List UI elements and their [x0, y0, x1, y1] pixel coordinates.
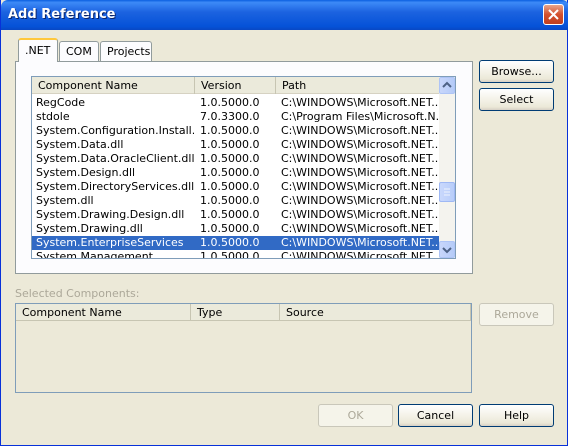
table-row[interactable]: System.EnterpriseServices 1.0.5000.0 C:\WI… — [32, 236, 442, 250]
cell-version: 1.0.5000.0 — [200, 138, 260, 151]
cancel-button[interactable]: Cancel — [398, 404, 473, 427]
cell-path: C:\WINDOWS\Microsoft.NET... — [281, 208, 441, 221]
cell-version: 1.0.5000.0 — [200, 208, 260, 221]
cell-name: System.Drawing.Design.dll — [36, 208, 185, 221]
table-row[interactable]: System.DirectoryServices.dll 1.0.5000.0 C:… — [32, 180, 442, 194]
cancel-button-label: Cancel — [416, 409, 455, 422]
cell-path: C:\WINDOWS\Microsoft.NET... — [281, 250, 441, 259]
scroll-down-button[interactable] — [439, 241, 455, 258]
ok-button[interactable]: OK — [318, 404, 393, 427]
arrow-up-icon — [442, 81, 452, 88]
cell-version: 1.0.5000.0 — [200, 96, 260, 109]
tab-dotnet[interactable]: .NET — [18, 38, 58, 62]
scroll-thumb[interactable] — [439, 182, 455, 202]
column-header-label: Component Name — [22, 306, 122, 319]
column-header-version[interactable]: Version — [195, 77, 276, 94]
table-row[interactable]: stdole 7.0.3300.0 C:\Program Files\Microso… — [32, 110, 442, 124]
cell-version: 7.0.3300.0 — [200, 110, 260, 123]
browse-button[interactable]: Browse... — [479, 60, 554, 83]
title-bar[interactable]: Add Reference — [1, 0, 568, 30]
cell-path: C:\WINDOWS\Microsoft.NET... — [281, 236, 441, 249]
remove-button-label: Remove — [494, 308, 539, 321]
cell-version: 1.0.5000.0 — [200, 166, 260, 179]
cell-name: System.Data.OracleClient.dll — [36, 152, 194, 165]
tab-com[interactable]: COM — [59, 41, 99, 61]
cell-version: 1.0.5000.0 — [200, 194, 260, 207]
vertical-scrollbar[interactable] — [439, 77, 455, 258]
cell-name: System.DirectoryServices.dll — [36, 180, 194, 193]
cell-name: System.Data.dll — [36, 138, 124, 151]
cell-version: 1.0.5000.0 — [200, 236, 260, 249]
cell-name: stdole — [36, 110, 70, 123]
column-header-label: Version — [201, 79, 242, 92]
grip-icon — [444, 188, 450, 196]
selected-components-label: Selected Components: — [15, 287, 140, 300]
table-row[interactable]: System.Drawing.Design.dll 1.0.5000.0 C:\WI… — [32, 208, 442, 222]
select-button[interactable]: Select — [479, 88, 554, 111]
table-row[interactable]: System.dll 1.0.5000.0 C:\WINDOWS\Microsoft… — [32, 194, 442, 208]
column-header-component-name[interactable]: Component Name — [32, 77, 195, 94]
tab-panel-dotnet: Component Name Version Path RegCode 1.0.5… — [15, 61, 473, 274]
add-reference-dialog: Add Reference .NET COM Projects Componen… — [0, 0, 568, 446]
help-button[interactable]: Help — [479, 404, 554, 427]
window-title: Add Reference — [8, 7, 116, 22]
arrow-down-icon — [442, 247, 452, 254]
column-header-label: Type — [197, 306, 223, 319]
column-header-label: Component Name — [38, 79, 138, 92]
cell-name: System.Design.dll — [36, 166, 136, 179]
help-button-label: Help — [503, 409, 530, 422]
column-header-type[interactable]: Type — [191, 304, 280, 321]
column-header-component-name[interactable]: Component Name — [16, 304, 191, 321]
column-header-path[interactable]: Path — [276, 77, 442, 94]
cell-name: System.dll — [36, 194, 94, 207]
list-header: Component Name Version Path — [32, 77, 455, 94]
cell-path: C:\Program Files\Microsoft.N... — [281, 110, 441, 123]
table-row[interactable]: RegCode 1.0.5000.0 C:\WINDOWS\Microsoft.NE… — [32, 96, 442, 110]
cell-version: 1.0.5000.0 — [200, 250, 260, 259]
column-header-label: Source — [286, 306, 324, 319]
cell-name: System.Configuration.Install.dll — [36, 124, 194, 137]
select-button-label: Select — [499, 93, 534, 106]
remove-button[interactable]: Remove — [479, 303, 554, 326]
tab-com-label: COM — [66, 45, 92, 58]
selected-list-header: Component Name Type Source — [16, 304, 471, 321]
table-row[interactable]: System.Drawing.dll 1.0.5000.0 C:\WINDOWS\M… — [32, 222, 442, 236]
browse-button-label: Browse... — [491, 65, 542, 78]
cell-version: 1.0.5000.0 — [200, 152, 260, 165]
scroll-up-button[interactable] — [439, 77, 455, 94]
cell-version: 1.0.5000.0 — [200, 124, 260, 137]
cell-version: 1.0.5000.0 — [200, 222, 260, 235]
cell-name: RegCode — [36, 96, 86, 109]
table-row[interactable]: System.Design.dll 1.0.5000.0 C:\WINDOWS\Mi… — [32, 166, 442, 180]
selected-components-list[interactable]: Component Name Type Source — [15, 303, 472, 393]
table-row[interactable]: System.Configuration.Install.dll 1.0.5000… — [32, 124, 442, 138]
cell-path: C:\WINDOWS\Microsoft.NET... — [281, 222, 441, 235]
ok-button-label: OK — [347, 409, 364, 422]
cell-path: C:\WINDOWS\Microsoft.NET... — [281, 124, 441, 137]
component-list[interactable]: Component Name Version Path RegCode 1.0.5… — [31, 76, 456, 259]
column-header-label: Path — [282, 79, 307, 92]
table-row[interactable]: System.Management 1.0.5000.0 C:\WINDOWS\Mi… — [32, 250, 442, 259]
close-button[interactable] — [543, 4, 564, 25]
table-row[interactable]: System.Data.OracleClient.dll 1.0.5000.0 C:… — [32, 152, 442, 166]
cell-version: 1.0.5000.0 — [200, 180, 260, 193]
cell-path: C:\WINDOWS\Microsoft.NET... — [281, 138, 441, 151]
cell-path: C:\WINDOWS\Microsoft.NET... — [281, 96, 441, 109]
tab-projects-label: Projects — [107, 45, 151, 58]
cell-name: System.Drawing.dll — [36, 222, 143, 235]
cell-path: C:\WINDOWS\Microsoft.NET... — [281, 180, 441, 193]
cell-name: System.EnterpriseServices — [36, 236, 184, 249]
tab-dotnet-label: .NET — [25, 44, 51, 57]
cell-name: System.Management — [36, 250, 153, 259]
cell-path: C:\WINDOWS\Microsoft.NET... — [281, 194, 441, 207]
table-row[interactable]: System.Data.dll 1.0.5000.0 C:\WINDOWS\Micr… — [32, 138, 442, 152]
tab-projects[interactable]: Projects — [100, 41, 152, 61]
close-icon — [548, 9, 559, 20]
cell-path: C:\WINDOWS\Microsoft.NET... — [281, 166, 441, 179]
cell-path: C:\WINDOWS\Microsoft.NET... — [281, 152, 441, 165]
column-header-source[interactable]: Source — [280, 304, 471, 321]
